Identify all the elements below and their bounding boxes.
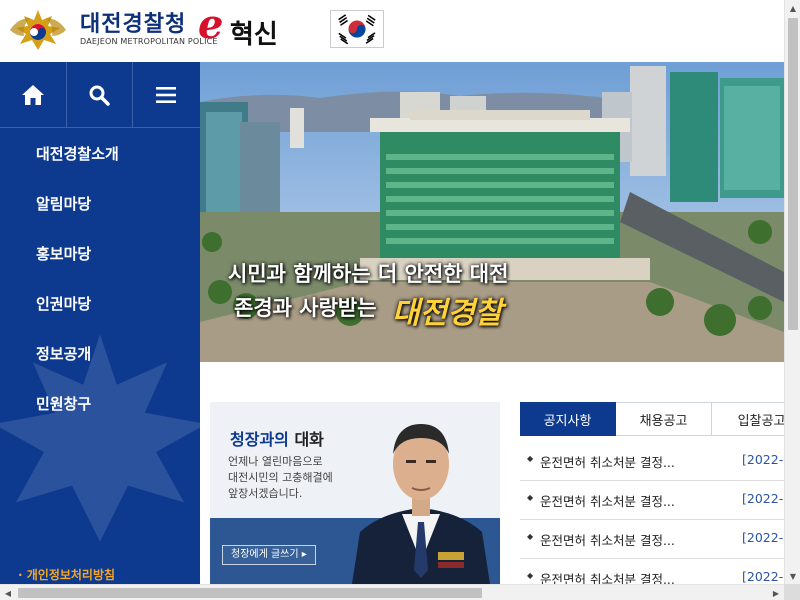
notice-date: [2022- <box>742 452 784 467</box>
privacy-policy-link[interactable]: · 개인정보처리방침 <box>18 566 115 583</box>
logo-title[interactable]: 대전경찰청 <box>80 6 186 38</box>
chief-description: 언제나 열린마음으로 대전시민의 고충해결에 앞장서겠습니다. <box>228 454 360 502</box>
notice-tabs: 공지사항 채용공고 입찰공고 <box>520 402 784 436</box>
korean-flag-icon <box>330 10 384 48</box>
bullet-icon: ◆ <box>527 532 534 541</box>
menu-item-notice[interactable]: 알림마당 <box>0 178 200 228</box>
vertical-scroll-thumb[interactable] <box>788 18 798 330</box>
menu-item-human-rights[interactable]: 인권마당 <box>0 278 200 328</box>
hero-banner[interactable]: 시민과 함께하는 더 안전한 대전 존경과 사랑받는 대전경찰 <box>200 62 784 362</box>
police-emblem-icon[interactable] <box>4 6 72 56</box>
scroll-down-arrow-icon[interactable]: ▼ <box>785 568 800 584</box>
chief-desc-line: 대전시민의 고충해결에 <box>228 471 333 484</box>
bullet-icon: ◆ <box>527 571 534 580</box>
vertical-scrollbar[interactable]: ▲ ▼ <box>784 0 800 584</box>
chief-desc-line: 언제나 열린마음으로 <box>228 455 323 468</box>
menu-button[interactable] <box>133 62 200 128</box>
notice-date: [2022- <box>742 569 784 584</box>
chief-portrait-image <box>352 424 490 584</box>
scroll-right-arrow-icon[interactable]: ▶ <box>768 585 784 600</box>
horizontal-scrollbar[interactable]: ◀ ▶ <box>0 584 784 600</box>
horizontal-scroll-thumb[interactable] <box>18 588 482 598</box>
quick-buttons <box>0 62 200 128</box>
sidebar: 대전경찰소개 알림마당 홍보마당 인권마당 정보공개 민원창구 · 개인정보처리… <box>0 62 200 584</box>
scrollbar-corner <box>784 584 800 600</box>
menu-item-intro[interactable]: 대전경찰소개 <box>0 128 200 178</box>
notice-date: [2022- <box>742 491 784 506</box>
notice-date: [2022- <box>742 530 784 545</box>
chief-desc-line: 앞장서겠습니다. <box>228 487 303 500</box>
campaign-e-mark: e <box>198 1 224 48</box>
notice-title: 운전면허 취소처분 결정... <box>540 455 675 470</box>
notice-title: 운전면허 취소처분 결정... <box>540 533 675 548</box>
hero-slogan-line1-rest: 과 함께하는 더 안전한 대전 <box>266 262 509 286</box>
notice-panel: 공지사항 채용공고 입찰공고 ◆ 운전면허 취소처분 결정... [2022- … <box>520 402 784 584</box>
notice-item[interactable]: ◆ 운전면허 취소처분 결정... [2022- <box>520 559 784 584</box>
notice-title: 운전면허 취소처분 결정... <box>540 572 675 584</box>
bullet-icon: ◆ <box>527 493 534 502</box>
notice-list: ◆ 운전면허 취소처분 결정... [2022- ◆ 운전면허 취소처분 결정.… <box>520 442 784 584</box>
hero-slogan-citizens: 시민 <box>228 262 267 286</box>
menu-item-pr[interactable]: 홍보마당 <box>0 228 200 278</box>
search-icon <box>89 85 111 106</box>
notice-title: 운전면허 취소처분 결정... <box>540 494 675 509</box>
home-icon <box>21 85 44 105</box>
search-button[interactable] <box>67 62 134 128</box>
hero-slogan-accent: 대전경찰 <box>392 296 503 331</box>
chief-title-rest: 대화 <box>288 430 324 449</box>
notice-item[interactable]: ◆ 운전면허 취소처분 결정... [2022- <box>520 481 784 520</box>
tab-bidding[interactable]: 입찰공고 <box>712 402 784 436</box>
notice-item[interactable]: ◆ 운전면허 취소처분 결정... [2022- <box>520 520 784 559</box>
main-menu: 대전경찰소개 알림마당 홍보마당 인권마당 정보공개 민원창구 <box>0 128 200 428</box>
tab-notices[interactable]: 공지사항 <box>520 402 616 436</box>
site-header: 대전경찰청 DAEJEON METROPOLITAN POLICE e 혁신 <box>0 0 784 62</box>
notice-item[interactable]: ◆ 운전면허 취소처분 결정... [2022- <box>520 442 784 481</box>
home-button[interactable] <box>0 62 67 128</box>
tab-recruitment[interactable]: 채용공고 <box>616 402 712 436</box>
menu-item-info-disclosure[interactable]: 정보공개 <box>0 328 200 378</box>
scroll-up-arrow-icon[interactable]: ▲ <box>785 0 800 16</box>
hero-slogan-line2: 존경과 사랑받는 <box>234 296 377 320</box>
scroll-left-arrow-icon[interactable]: ◀ <box>0 585 16 600</box>
bullet-icon: ◆ <box>527 454 534 463</box>
menu-item-civil-service[interactable]: 민원창구 <box>0 378 200 428</box>
menu-icon <box>156 87 177 103</box>
write-to-chief-button[interactable]: 청장에게 글쓰기 ▸ <box>222 545 316 565</box>
campaign-label: 혁신 <box>230 20 278 50</box>
page: 대전경찰청 DAEJEON METROPOLITAN POLICE e 혁신 대… <box>0 0 800 600</box>
chief-title-highlight: 청장과의 <box>230 430 289 449</box>
chief-dialogue-title: 청장과의 대화 <box>230 426 324 450</box>
chief-dialogue-box[interactable]: 청장과의 대화 언제나 열린마음으로 대전시민의 고충해결에 앞장서겠습니다. … <box>210 402 500 584</box>
hero-slogan-line1: 시민과 함께하는 더 안전한 대전 <box>228 258 508 288</box>
